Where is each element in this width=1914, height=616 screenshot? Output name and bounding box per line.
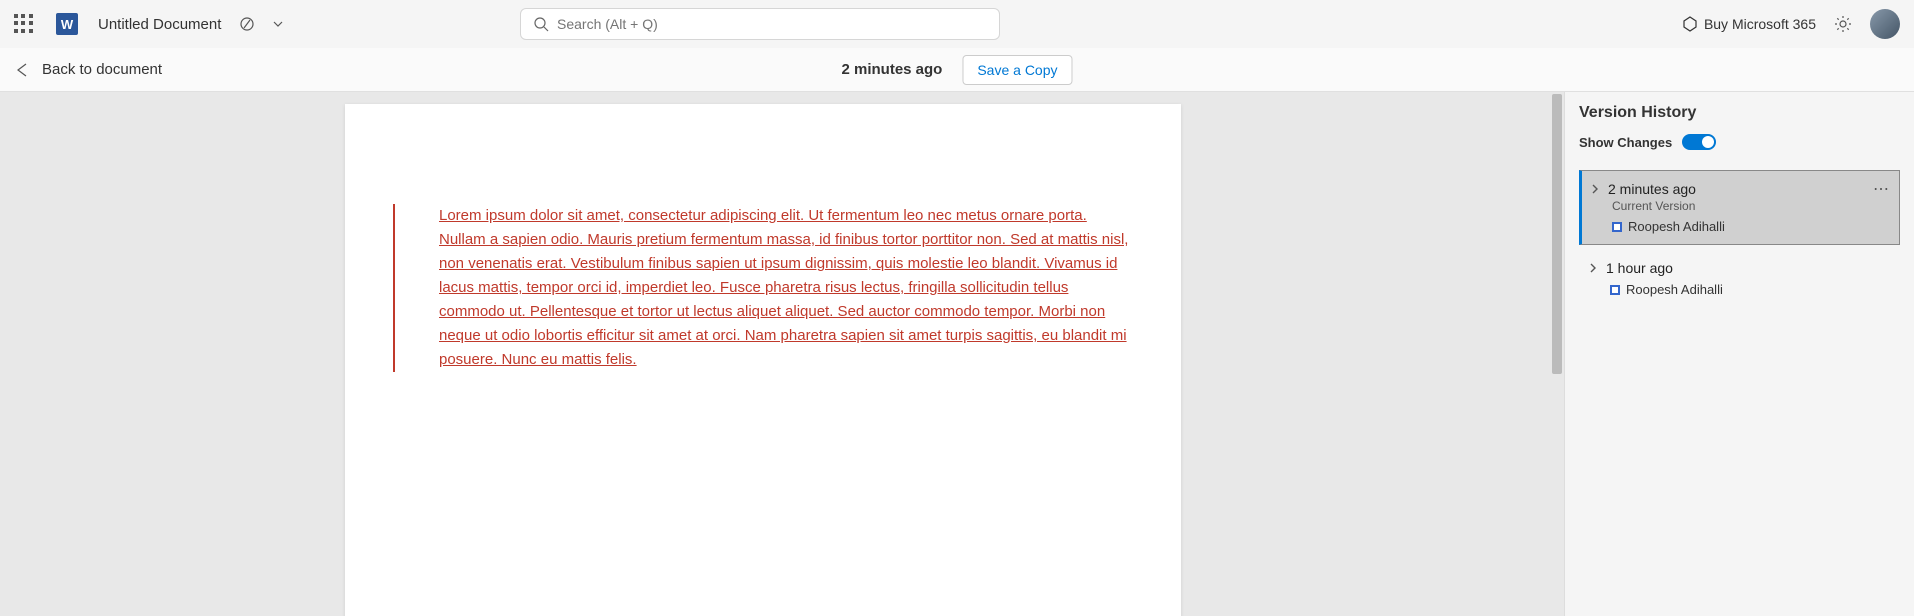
version-time: 1 hour ago — [1606, 260, 1673, 276]
back-label: Back to document — [42, 61, 162, 78]
more-icon[interactable]: ⋯ — [1873, 179, 1889, 199]
buy-microsoft-link[interactable]: Buy Microsoft 365 — [1682, 16, 1816, 32]
show-changes-label: Show Changes — [1579, 135, 1672, 150]
show-changes-row: Show Changes — [1579, 134, 1900, 150]
word-app-icon: W — [56, 13, 78, 35]
document-viewport[interactable]: Lorem ipsum dolor sit amet, consectetur … — [0, 92, 1564, 616]
version-header: 1 hour ago — [1588, 260, 1889, 276]
center-info: 2 minutes ago Save a Copy — [841, 55, 1072, 85]
show-changes-toggle[interactable] — [1682, 134, 1716, 150]
document-title[interactable]: Untitled Document — [98, 16, 221, 33]
scrollbar-thumb[interactable] — [1552, 94, 1562, 374]
version-time: 2 minutes ago — [1608, 181, 1696, 197]
secondary-bar: Back to document 2 minutes ago Save a Co… — [0, 48, 1914, 92]
version-history-panel: Version History Show Changes 2 minutes a… — [1564, 92, 1914, 616]
buy-label: Buy Microsoft 365 — [1704, 16, 1816, 32]
search-input[interactable] — [557, 16, 987, 32]
panel-title: Version History — [1579, 104, 1900, 122]
chevron-right-icon[interactable] — [1590, 184, 1600, 194]
version-author: Roopesh Adihalli — [1610, 282, 1889, 297]
chevron-right-icon[interactable] — [1588, 263, 1598, 273]
version-item-current[interactable]: 2 minutes ago ⋯ Current Version Roopesh … — [1579, 170, 1900, 245]
author-color-icon — [1610, 285, 1620, 295]
version-author: Roopesh Adihalli — [1612, 219, 1889, 234]
version-subtitle: Current Version — [1612, 199, 1889, 213]
author-color-icon — [1612, 222, 1622, 232]
author-name: Roopesh Adihalli — [1626, 282, 1723, 297]
search-box[interactable] — [520, 8, 1000, 40]
app-launcher-icon[interactable] — [14, 14, 34, 34]
search-icon — [533, 16, 549, 32]
version-header: 2 minutes ago ⋯ — [1590, 181, 1889, 197]
tracked-change-block: Lorem ipsum dolor sit amet, consectetur … — [393, 204, 1133, 372]
version-item[interactable]: 1 hour ago Roopesh Adihalli — [1579, 249, 1900, 308]
author-name: Roopesh Adihalli — [1628, 219, 1725, 234]
scrollbar-vertical[interactable] — [1550, 92, 1564, 616]
back-to-document-link[interactable]: Back to document — [14, 61, 162, 78]
back-arrow-icon — [14, 62, 30, 78]
document-body-text[interactable]: Lorem ipsum dolor sit amet, consectetur … — [439, 204, 1133, 372]
gear-icon[interactable] — [1834, 15, 1852, 33]
document-page: Lorem ipsum dolor sit amet, consectetur … — [345, 104, 1181, 616]
chevron-down-icon[interactable] — [273, 19, 283, 29]
main-area: Lorem ipsum dolor sit amet, consectetur … — [0, 92, 1914, 616]
top-bar: W Untitled Document Buy Microsoft 365 — [0, 0, 1914, 48]
right-controls: Buy Microsoft 365 — [1682, 9, 1900, 39]
version-timestamp: 2 minutes ago — [841, 61, 942, 78]
save-status-icon — [239, 16, 255, 32]
avatar[interactable] — [1870, 9, 1900, 39]
premium-icon — [1682, 16, 1698, 32]
save-copy-button[interactable]: Save a Copy — [962, 55, 1072, 85]
